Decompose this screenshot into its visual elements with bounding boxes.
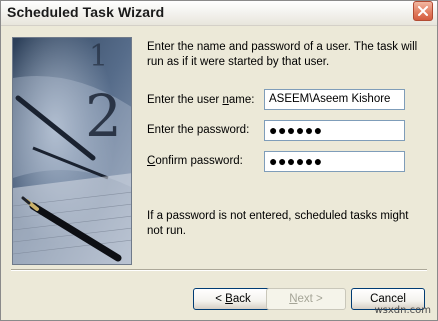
password-label: Enter the password:	[147, 124, 250, 136]
back-button-accel: B	[225, 293, 233, 305]
scheduled-task-wizard-window: Scheduled Task Wizard 2 1 Enter the name…	[0, 0, 438, 321]
wizard-banner-image: 2 1	[12, 37, 132, 265]
back-button[interactable]: < Back	[193, 288, 273, 310]
confirm-password-label: Confirm password:	[147, 155, 243, 167]
user-name-label-part: ame:	[228, 94, 255, 106]
next-button[interactable]: Next >	[266, 288, 346, 310]
password-note: If a password is not entered, scheduled …	[147, 210, 409, 237]
svg-text:2: 2	[85, 82, 122, 150]
separator-line	[11, 269, 427, 271]
window-title: Scheduled Task Wizard	[7, 4, 165, 20]
next-button-label: ext >	[297, 293, 323, 305]
next-button-accel: N	[289, 293, 298, 305]
user-name-label: Enter the user name:	[147, 94, 254, 106]
wizard-content: 2 1 Enter the name and password of a use…	[1, 26, 437, 265]
user-name-label-part: Enter the user	[147, 94, 223, 106]
close-icon	[418, 6, 428, 16]
title-bar[interactable]: Scheduled Task Wizard	[1, 1, 437, 26]
confirm-password-field[interactable]: ●●●●●●	[264, 151, 405, 172]
watermark-text: wsxdn.com	[374, 305, 431, 316]
close-button[interactable]	[413, 1, 433, 21]
user-name-field[interactable]: ASEEM\Aseem Kishore	[264, 89, 405, 110]
back-button-prefix: <	[215, 293, 226, 305]
password-field[interactable]: ●●●●●●	[264, 120, 405, 141]
intro-text: Enter the name and password of a user. T…	[147, 41, 418, 68]
svg-text:1: 1	[89, 39, 108, 74]
confirm-label-part: onfirm password:	[155, 155, 243, 167]
back-button-label: ack	[232, 293, 251, 305]
